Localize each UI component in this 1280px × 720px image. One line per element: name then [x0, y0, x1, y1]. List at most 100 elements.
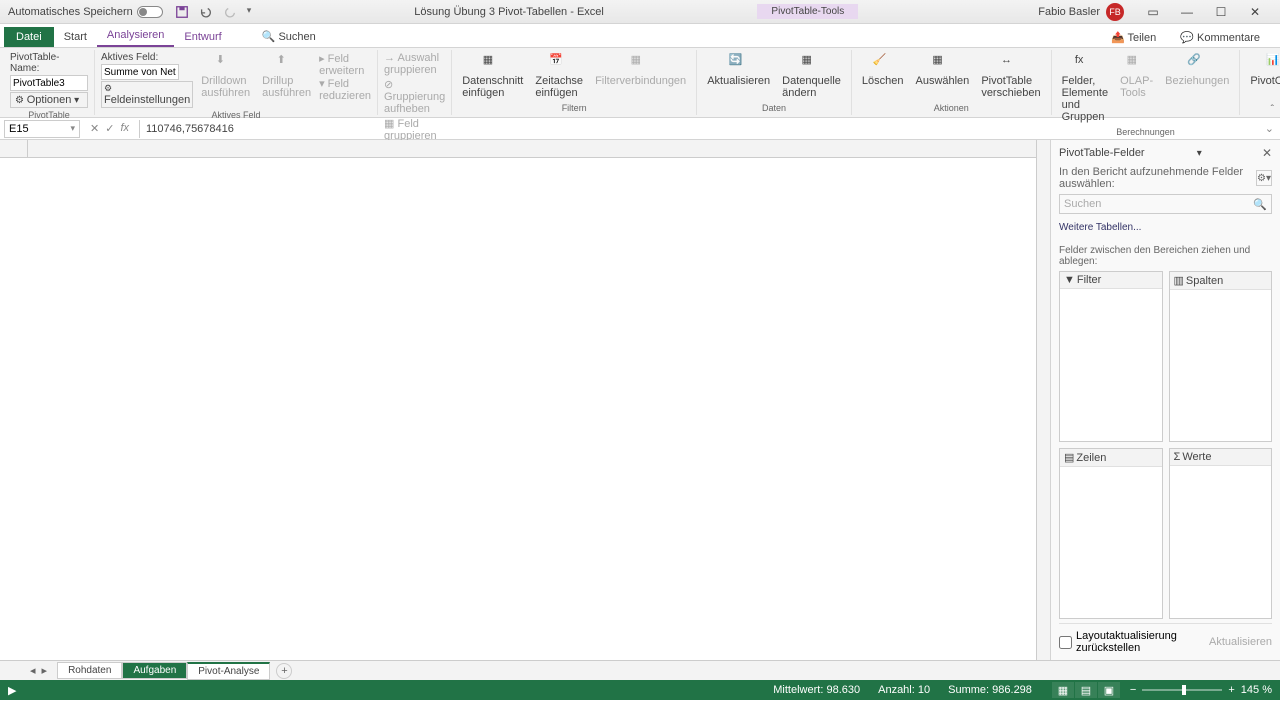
- collapse-ribbon-icon[interactable]: ˆ: [1271, 104, 1274, 115]
- move-button[interactable]: ↔PivotTable verschieben: [977, 52, 1044, 101]
- drilldown-button: ⬇Drilldown ausführen: [197, 52, 254, 101]
- sheet-tab-rohdaten[interactable]: Rohdaten: [57, 662, 122, 679]
- sheet-next-icon[interactable]: ▸: [42, 664, 48, 677]
- update-button: Aktualisieren: [1209, 636, 1272, 648]
- zoom-in-icon[interactable]: +: [1228, 684, 1234, 696]
- group-data: Daten: [703, 101, 845, 113]
- rows-icon: ▤: [1064, 451, 1074, 464]
- select-all-corner[interactable]: [0, 140, 28, 157]
- status-bar: ▶ Mittelwert: 98.630 Anzahl: 10 Summe: 9…: [0, 680, 1280, 700]
- columns-icon: ▥: [1174, 274, 1184, 287]
- sheet-tab-aufgaben[interactable]: Aufgaben: [122, 662, 187, 679]
- add-sheet-button[interactable]: +: [276, 663, 292, 679]
- ribbon-tabs: Datei Start Analysieren Entwurf 🔍 Suchen…: [0, 24, 1280, 48]
- ribbon-display-icon[interactable]: ▭: [1136, 2, 1170, 22]
- more-tables-link[interactable]: Weitere Tabellen...: [1059, 218, 1272, 237]
- olap-button: ▦OLAP-Tools: [1116, 52, 1157, 101]
- group-pivottable: PivotTable: [10, 108, 88, 120]
- slicer-button[interactable]: ▦Datenschnitt einfügen: [458, 52, 527, 101]
- values-icon: Σ: [1174, 451, 1181, 463]
- gear-icon[interactable]: ⚙▾: [1256, 170, 1272, 186]
- group-field: ▦ Feld gruppieren: [384, 117, 445, 142]
- active-field-input[interactable]: [101, 64, 179, 80]
- tab-start[interactable]: Start: [54, 27, 97, 47]
- search-tab[interactable]: 🔍 Suchen: [252, 26, 326, 47]
- defer-layout-label: Layoutaktualisierung zurückstellen: [1076, 630, 1209, 654]
- options-button[interactable]: ⚙ Optionen ▾: [10, 92, 88, 108]
- vertical-scrollbar[interactable]: [1036, 140, 1050, 660]
- cancel-formula-icon[interactable]: ✕: [90, 122, 99, 135]
- field-pane-subtitle: In den Bericht aufzunehmende Felder ausw…: [1059, 166, 1256, 190]
- expand-field: ▸ Feld erweitern: [319, 52, 371, 77]
- fx-icon[interactable]: fx: [120, 122, 129, 135]
- tab-analysieren[interactable]: Analysieren: [97, 25, 174, 47]
- redo-icon[interactable]: [223, 5, 237, 19]
- zoom-out-icon[interactable]: −: [1130, 684, 1136, 696]
- refresh-button[interactable]: 🔄Aktualisieren: [703, 52, 774, 89]
- view-break-icon[interactable]: ▣: [1098, 682, 1120, 698]
- defer-layout-checkbox[interactable]: [1059, 636, 1072, 649]
- status-average: Mittelwert: 98.630: [773, 684, 860, 696]
- filter-icon: ▼: [1064, 274, 1075, 286]
- horizontal-scrollbar[interactable]: [302, 666, 1270, 676]
- record-macro-icon[interactable]: ▶: [8, 685, 16, 697]
- drillup-button: ⬆Drillup ausführen: [258, 52, 315, 101]
- group-selection: → Auswahl gruppieren: [384, 52, 445, 76]
- pivotchart-button[interactable]: 📊PivotChart: [1246, 52, 1280, 89]
- expand-formula-icon[interactable]: ⌄: [1259, 122, 1280, 135]
- search-icon: 🔍: [1253, 198, 1267, 211]
- spreadsheet-grid[interactable]: [0, 140, 1036, 660]
- clear-button[interactable]: 🧹Löschen: [858, 52, 908, 89]
- close-pane-icon[interactable]: ✕: [1262, 146, 1272, 160]
- autosave-toggle[interactable]: Automatisches Speichern: [8, 6, 163, 18]
- view-layout-icon[interactable]: ▤: [1075, 682, 1097, 698]
- field-pane-title: PivotTable-Felder: [1059, 147, 1145, 159]
- zoom-level[interactable]: 145 %: [1241, 684, 1272, 696]
- confirm-formula-icon[interactable]: ✓: [105, 122, 114, 135]
- timeline-button[interactable]: 📅Zeitachse einfügen: [531, 52, 587, 101]
- file-tab[interactable]: Datei: [4, 27, 54, 47]
- minimize-icon[interactable]: —: [1170, 2, 1204, 22]
- collapse-field: ▾ Feld reduzieren: [319, 77, 371, 102]
- relations-button: 🔗Beziehungen: [1161, 52, 1233, 89]
- qat-dropdown-icon[interactable]: ▾: [247, 5, 261, 19]
- group-actions: Aktionen: [858, 101, 1045, 113]
- group-active-field: Aktives Feld: [101, 108, 371, 120]
- columns-area[interactable]: ▥ Spalten: [1169, 271, 1273, 442]
- tab-entwurf[interactable]: Entwurf: [174, 27, 231, 47]
- close-icon[interactable]: ✕: [1238, 2, 1272, 22]
- change-source-button[interactable]: ▦Datenquelle ändern: [778, 52, 845, 101]
- group-filter: Filtern: [458, 101, 690, 113]
- filter-area[interactable]: ▼ Filter: [1059, 271, 1163, 442]
- sheet-prev-icon[interactable]: ◂: [30, 664, 36, 677]
- user-name[interactable]: Fabio Basler: [1038, 6, 1100, 18]
- ungroup: ⊘ Gruppierung aufheben: [384, 78, 445, 115]
- select-button[interactable]: ▦Auswählen: [911, 52, 973, 89]
- sheet-tab-pivot-analyse[interactable]: Pivot-Analyse: [187, 662, 270, 680]
- group-calc: Berechnungen: [1058, 125, 1234, 137]
- fields-items-button[interactable]: fxFelder, Elemente und Gruppen: [1058, 52, 1112, 125]
- toggle-switch[interactable]: [137, 6, 163, 18]
- save-icon[interactable]: [175, 5, 189, 19]
- maximize-icon[interactable]: ☐: [1204, 2, 1238, 22]
- zoom-slider[interactable]: [1142, 689, 1222, 691]
- comments-button[interactable]: 💬 Kommentare: [1172, 28, 1268, 47]
- ribbon: PivotTable-Name: ⚙ Optionen ▾ PivotTable…: [0, 48, 1280, 118]
- rows-area[interactable]: ▤ Zeilen: [1059, 448, 1163, 619]
- undo-icon[interactable]: [199, 5, 213, 19]
- pt-name-input[interactable]: [10, 75, 88, 91]
- autosave-label: Automatisches Speichern: [8, 6, 133, 18]
- share-button[interactable]: 📤 Teilen: [1103, 28, 1164, 47]
- values-area[interactable]: Σ Werte: [1169, 448, 1273, 619]
- field-pane-menu-icon[interactable]: ▾: [1197, 148, 1202, 159]
- field-search-input[interactable]: Suchen 🔍: [1059, 194, 1272, 214]
- name-box[interactable]: E15▾: [4, 120, 80, 138]
- user-avatar[interactable]: FB: [1106, 3, 1124, 21]
- status-count: Anzahl: 10: [878, 684, 930, 696]
- document-title: Lösung Übung 3 Pivot-Tabellen - Excel: [414, 6, 604, 18]
- field-settings-button[interactable]: ⚙ Feldeinstellungen: [101, 81, 193, 108]
- filter-conn-button: ▦Filterverbindungen: [591, 52, 690, 89]
- view-normal-icon[interactable]: ▦: [1052, 682, 1074, 698]
- group-tools: Tools: [1246, 101, 1280, 113]
- status-sum: Summe: 986.298: [948, 684, 1032, 696]
